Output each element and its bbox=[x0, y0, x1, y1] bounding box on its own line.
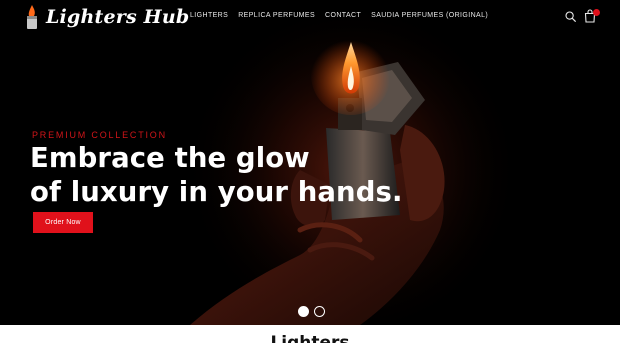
logo-text: Lighters Hub bbox=[46, 6, 190, 28]
hero-slider: Lighters Hub LIGHTERS REPLICA PERFUMES C… bbox=[0, 0, 620, 325]
site-header: Lighters Hub LIGHTERS REPLICA PERFUMES C… bbox=[0, 0, 620, 34]
lighter-logo-icon bbox=[27, 5, 37, 29]
nav-contact[interactable]: CONTACT bbox=[325, 11, 361, 21]
hero-headline-line-2: of luxury in your hands. bbox=[30, 176, 403, 208]
nav-saudia-perfumes[interactable]: SAUDIA PERFUMES (ORIGINAL) bbox=[371, 11, 488, 21]
slide-dot-1-active[interactable] bbox=[298, 306, 309, 317]
hero-kicker: PREMIUM COLLECTION bbox=[32, 130, 167, 140]
hero-headline: Embrace the glow of luxury in your hands… bbox=[30, 141, 403, 209]
order-now-button[interactable]: Order Now bbox=[33, 212, 93, 233]
slide-dot-2[interactable] bbox=[314, 306, 325, 317]
section-title-lighters: Lighters bbox=[270, 333, 350, 343]
cart-count-badge bbox=[593, 9, 600, 16]
nav-replica-perfumes[interactable]: REPLICA PERFUMES bbox=[238, 11, 315, 21]
hero-headline-line-1: Embrace the glow bbox=[30, 142, 310, 174]
site-logo[interactable]: Lighters Hub bbox=[22, 3, 189, 31]
search-icon[interactable] bbox=[565, 11, 576, 22]
nav-lighters[interactable]: LIGHTERS bbox=[190, 11, 228, 21]
main-nav: LIGHTERS REPLICA PERFUMES CONTACT SAUDIA… bbox=[190, 11, 498, 21]
